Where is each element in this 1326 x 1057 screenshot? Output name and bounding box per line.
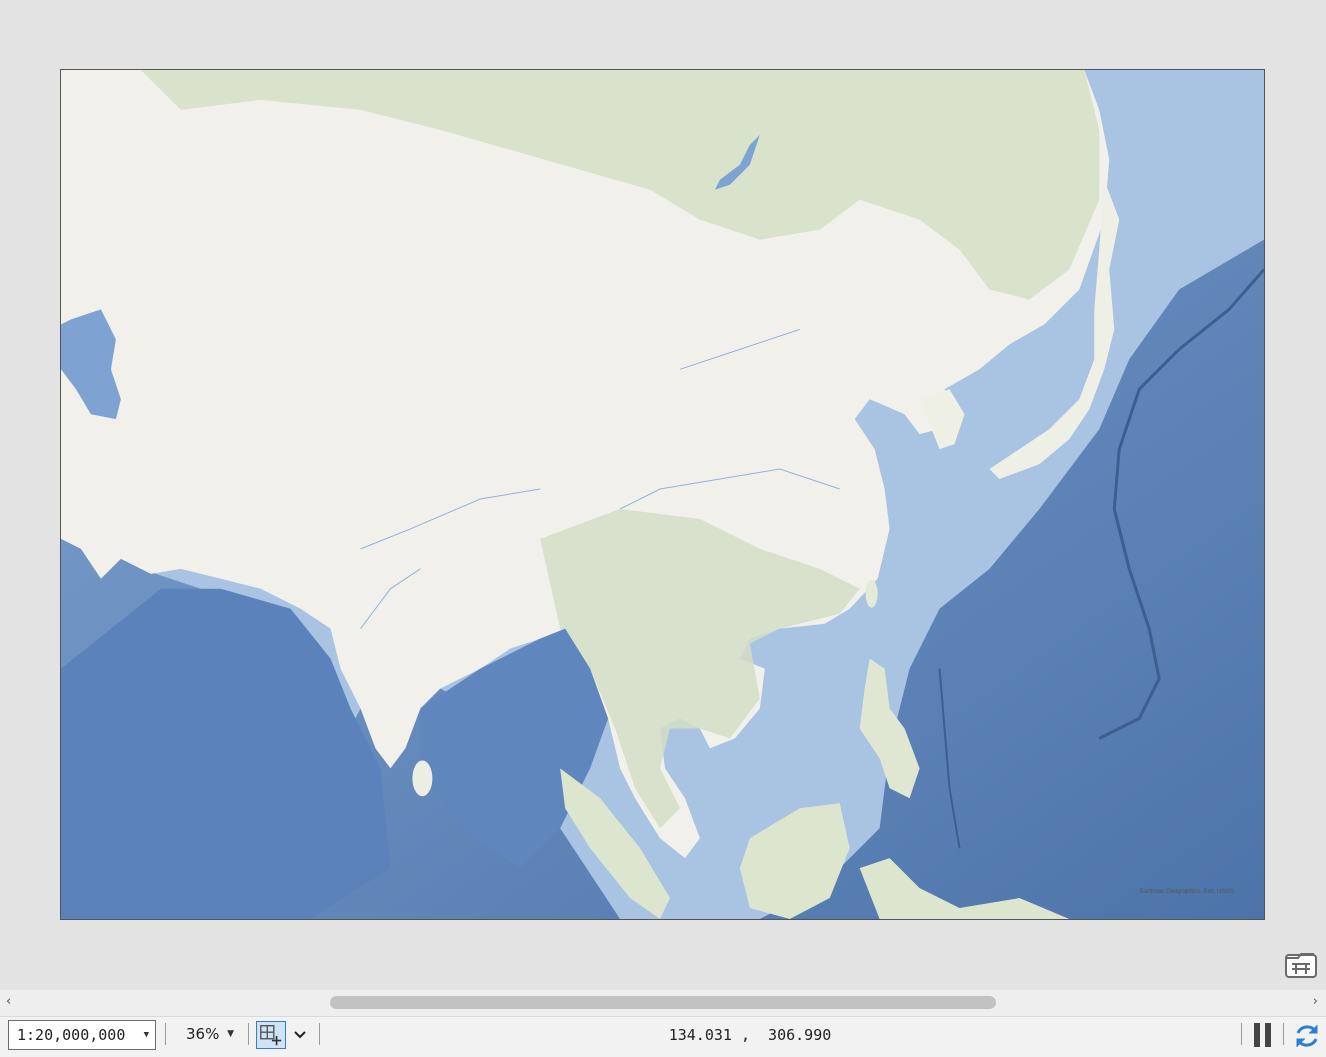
status-bar: 1:20,000,000 ▼ 36% ▼ 134.031 , 306.990 (0, 1016, 1326, 1057)
map-scale-select[interactable]: 1:20,000,000 ▼ (8, 1020, 156, 1050)
layout-properties-icon[interactable] (1284, 950, 1318, 980)
caret-down-icon: ▼ (143, 1030, 149, 1040)
map-scale-value: 1:20,000,000 (17, 1026, 126, 1044)
snapping-toggle-button[interactable] (256, 1021, 286, 1049)
basemap (61, 70, 1264, 919)
horizontal-scrollbar[interactable]: ‹ › (0, 990, 1326, 1016)
pause-icon (1254, 1023, 1260, 1047)
zoom-select[interactable]: 36% ▼ (178, 1020, 240, 1050)
divider (1241, 1023, 1242, 1045)
chevron-down-icon[interactable] (290, 1023, 310, 1047)
divider (248, 1023, 249, 1045)
layout-view[interactable]: Earthstar Geographics, Esri, USGS (0, 0, 1326, 990)
coordinate-readout: 134.031 , 306.990 (668, 1026, 832, 1044)
refresh-icon[interactable] (1292, 1021, 1322, 1051)
scroll-right-arrow[interactable]: › (1313, 994, 1318, 1009)
divider (1283, 1023, 1284, 1045)
scroll-left-arrow[interactable]: ‹ (6, 994, 11, 1009)
snapping-icon (260, 1025, 282, 1046)
pause-drawing-button[interactable] (1252, 1023, 1274, 1049)
map-frame[interactable]: Earthstar Geographics, Esri, USGS (60, 69, 1265, 920)
caret-down-icon: ▼ (227, 1029, 234, 1039)
divider (319, 1023, 320, 1045)
divider (165, 1023, 166, 1045)
scrollbar-thumb[interactable] (330, 996, 996, 1009)
zoom-value: 36% (186, 1025, 220, 1043)
taiwan (865, 579, 878, 608)
sri-lanka (412, 760, 433, 797)
map-attribution: Earthstar Geographics, Esri, USGS (1139, 889, 1234, 895)
